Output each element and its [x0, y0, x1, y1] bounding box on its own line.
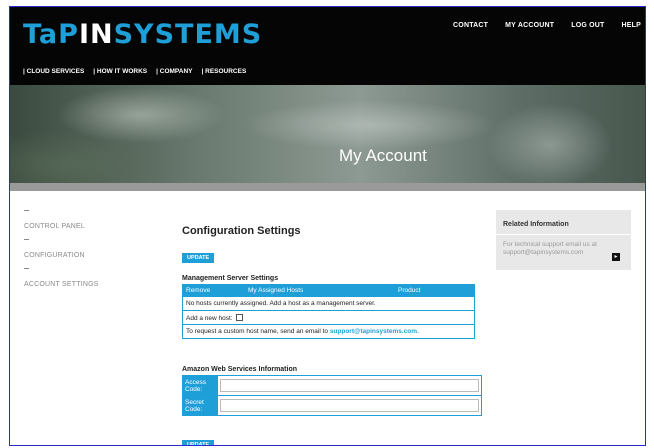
page-frame: TaPINSYSTEMS CONTACT MY ACCOUNT LOG OUT …	[9, 6, 646, 446]
sidebar-dash	[24, 239, 29, 240]
sidebar-item-account-settings[interactable]: ACCOUNT SETTINGS	[24, 268, 134, 291]
update-button-top[interactable]: UPDATE	[182, 253, 215, 263]
related-info-divider	[496, 234, 631, 235]
column-header-product: Product	[394, 284, 475, 297]
main-content: Configuration Settings UPDATE Management…	[182, 225, 482, 445]
hero-divider	[10, 183, 645, 191]
arrow-right-icon[interactable]: ▸	[612, 253, 620, 261]
site-header: TaPINSYSTEMS CONTACT MY ACCOUNT LOG OUT …	[10, 7, 645, 85]
sidebar-item-label: CONFIGURATION	[24, 252, 85, 259]
page-title: My Account	[339, 146, 427, 165]
configuration-title: Configuration Settings	[182, 225, 301, 237]
aws-info-title: Amazon Web Services Information	[182, 366, 298, 373]
main-nav-how-it-works[interactable]: HOW IT WORKS	[93, 68, 147, 75]
related-info-text: For technical support email us at suppor…	[503, 241, 597, 256]
related-info-title: Related Information	[503, 221, 569, 228]
table-row: Add a new host:	[182, 310, 475, 325]
management-server-title: Management Server Settings	[182, 275, 279, 282]
top-nav-log-out[interactable]: LOG OUT	[571, 22, 604, 29]
hero-banner: My Account	[10, 85, 645, 183]
main-nav-resources[interactable]: RESOURCES	[202, 68, 246, 75]
logo-text-in: IN	[78, 19, 114, 50]
top-nav-my-account[interactable]: MY ACCOUNT	[505, 22, 554, 29]
related-info-panel: Related Information For technical suppor…	[496, 210, 631, 270]
table-header-row: Remove My Assigned Hosts Product	[182, 284, 475, 297]
main-nav-cloud-services[interactable]: CLOUD SERVICES	[23, 68, 85, 75]
access-code-input[interactable]	[220, 379, 479, 392]
sidebar-item-configuration[interactable]: CONFIGURATION	[24, 239, 134, 262]
custom-host-cell: To request a custom host name, send an e…	[182, 324, 475, 339]
top-nav: CONTACT MY ACCOUNT LOG OUT HELP	[453, 22, 641, 29]
column-header-remove: Remove	[182, 284, 245, 297]
add-host-cell: Add a new host:	[182, 310, 475, 325]
update-button-bottom[interactable]: UPDATE	[182, 440, 215, 445]
sidebar-dash	[24, 210, 29, 211]
top-nav-help[interactable]: HELP	[622, 22, 641, 29]
management-server-table: Remove My Assigned Hosts Product No host…	[182, 284, 475, 339]
sidebar: CONTROL PANEL CONFIGURATION ACCOUNT SETT…	[24, 210, 134, 297]
table-row: To request a custom host name, send an e…	[182, 324, 475, 339]
empty-hosts-message: No hosts currently assigned. Add a host …	[182, 296, 475, 311]
main-nav-company[interactable]: COMPANY	[156, 68, 193, 75]
custom-host-suffix: .	[417, 328, 419, 335]
sidebar-dash	[24, 268, 29, 269]
top-nav-contact[interactable]: CONTACT	[453, 22, 488, 29]
support-email-link[interactable]: support@tapinsystems.com	[330, 328, 417, 335]
add-host-checkbox[interactable]	[235, 313, 243, 321]
sidebar-item-label: ACCOUNT SETTINGS	[24, 281, 99, 288]
sidebar-item-label: CONTROL PANEL	[24, 223, 85, 230]
site-logo[interactable]: TaPINSYSTEMS	[23, 19, 262, 50]
aws-info-table: Access Code: Secret Code:	[182, 375, 482, 416]
table-row: Access Code:	[182, 375, 482, 396]
access-code-cell	[217, 375, 482, 396]
table-row: No hosts currently assigned. Add a host …	[182, 296, 475, 311]
logo-text-tap: TaP	[23, 19, 79, 50]
secret-code-label: Secret Code:	[182, 395, 218, 416]
add-host-label: Add a new host:	[186, 314, 233, 322]
column-header-assigned-hosts: My Assigned Hosts	[244, 284, 395, 297]
logo-text-systems: SYSTEMS	[113, 19, 263, 50]
table-row: Secret Code:	[182, 395, 482, 416]
main-nav: CLOUD SERVICES HOW IT WORKS COMPANY RESO…	[23, 68, 247, 75]
secret-code-input[interactable]	[220, 399, 479, 412]
access-code-label: Access Code:	[182, 375, 218, 396]
custom-host-text: To request a custom host name, send an e…	[186, 328, 330, 335]
secret-code-cell	[217, 395, 482, 416]
sidebar-item-control-panel[interactable]: CONTROL PANEL	[24, 210, 134, 233]
